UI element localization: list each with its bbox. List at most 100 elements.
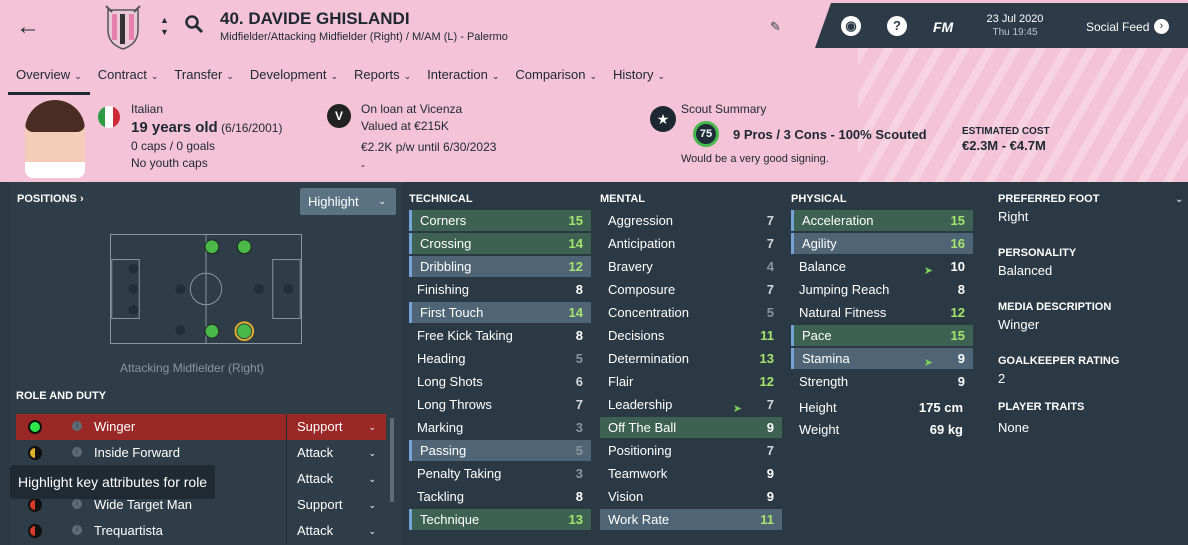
duty-dropdown[interactable]: Attack ⌄: [286, 466, 386, 492]
tab-contract[interactable]: Contract ⌄: [90, 64, 167, 95]
attribute-row[interactable]: Aggression 7: [600, 210, 782, 231]
duty-dropdown[interactable]: Attack ⌄: [286, 518, 386, 544]
attribute-row[interactable]: Crossing 14: [409, 233, 591, 254]
world-icon[interactable]: ◉: [841, 16, 861, 36]
wage: €2.2K p/w until 6/30/2023: [361, 140, 497, 154]
attribute-row[interactable]: Finishing 8: [409, 279, 591, 300]
tab-development[interactable]: Development ⌄: [242, 64, 346, 95]
time-text: Thu 19:45: [992, 27, 1038, 38]
weight-row: Weight 69 kg: [799, 422, 963, 437]
attribute-row[interactable]: Technique 13: [409, 509, 591, 530]
edit-pencil-icon[interactable]: ✎: [770, 19, 781, 35]
info-icon[interactable]: i: [72, 421, 82, 431]
mental-title: MENTAL: [600, 193, 646, 205]
player-nav-arrows-icon[interactable]: ▲ ▼: [160, 14, 169, 38]
attribute-row[interactable]: Positioning 7: [600, 440, 782, 461]
info-icon[interactable]: i: [72, 499, 82, 509]
scout-summary[interactable]: 9 Pros / 3 Cons - 100% Scouted: [733, 127, 927, 142]
tab-reports[interactable]: Reports ⌄: [346, 64, 419, 95]
estimated-cost: €2.3M - €4.7M: [962, 138, 1046, 153]
chevron-down-icon[interactable]: ⌄: [1175, 194, 1183, 205]
attribute-row[interactable]: Concentration 5: [600, 302, 782, 323]
attribute-row[interactable]: Pace 15: [791, 325, 973, 346]
attribute-row[interactable]: Work Rate 11: [600, 509, 782, 530]
preferred-foot: Right: [998, 209, 1029, 224]
duty-dropdown[interactable]: Support ⌄: [286, 492, 386, 518]
search-icon[interactable]: [184, 14, 204, 34]
player-role: Midfielder/Attacking Midfielder (Right) …: [220, 31, 508, 43]
attribute-row[interactable]: Stamina ➤ 9: [791, 348, 973, 369]
attribute-row[interactable]: Long Throws 7: [409, 394, 591, 415]
attribute-row[interactable]: Composure 7: [600, 279, 782, 300]
attribute-row[interactable]: Strength 9: [791, 371, 973, 392]
attribute-row[interactable]: Off The Ball 9: [600, 417, 782, 438]
attribute-row[interactable]: Agility 16: [791, 233, 973, 254]
duty-dropdown[interactable]: Attack ⌄: [286, 440, 386, 466]
role-duty-title: ROLE AND DUTY: [16, 390, 107, 402]
info-icon[interactable]: i: [72, 525, 82, 535]
attribute-row[interactable]: Flair 12: [600, 371, 782, 392]
scout-title: Scout Summary: [681, 102, 767, 116]
star-icon: ★: [650, 106, 676, 132]
player-traits: None: [998, 420, 1030, 435]
highlight-dropdown[interactable]: Highlight ⌄: [300, 188, 396, 215]
attribute-row[interactable]: First Touch 14: [409, 302, 591, 323]
attribute-row[interactable]: Heading 5: [409, 348, 591, 369]
attribute-row[interactable]: Jumping Reach 8: [791, 279, 973, 300]
tab-interaction[interactable]: Interaction ⌄: [419, 64, 507, 95]
attribute-row[interactable]: Decisions 11: [600, 325, 782, 346]
chevron-down-icon: ⌄: [368, 474, 376, 484]
roles-scrollbar[interactable]: [390, 418, 394, 502]
back-arrow-icon[interactable]: ←: [16, 14, 42, 40]
attribute-row[interactable]: Determination 13: [600, 348, 782, 369]
scout-rating[interactable]: 75: [693, 121, 719, 147]
attribute-row[interactable]: Corners 15: [409, 210, 591, 231]
role-row[interactable]: i Trequartista Attack ⌄: [16, 518, 386, 545]
player-avatar: [25, 100, 85, 178]
pitch-diagram: [110, 234, 302, 344]
attribute-row[interactable]: Penalty Taking 3: [409, 463, 591, 484]
social-feed-button[interactable]: Social Feed: [1086, 20, 1149, 34]
tab-comparison[interactable]: Comparison ⌄: [507, 64, 605, 95]
attribute-row[interactable]: Vision 9: [600, 486, 782, 507]
chevron-down-icon: ⌄: [330, 71, 339, 81]
attribute-row[interactable]: Balance ➤ 10: [791, 256, 973, 277]
fm-logo[interactable]: FM: [933, 19, 953, 35]
attribute-row[interactable]: Bravery 4: [600, 256, 782, 277]
positions-panel: POSITIONS › Highlight ⌄ Attacking Midfiel…: [10, 182, 402, 545]
role-row[interactable]: i Inside Forward Attack ⌄: [16, 440, 386, 466]
preferred-foot-label: PREFERRED FOOT: [998, 193, 1100, 205]
attribute-row[interactable]: Passing 5: [409, 440, 591, 461]
attribute-row[interactable]: Long Shots 6: [409, 371, 591, 392]
positions-title[interactable]: POSITIONS ›: [17, 193, 84, 205]
attribute-row[interactable]: Acceleration 15: [791, 210, 973, 231]
game-date[interactable]: 23 Jul 2020 Thu 19:45: [980, 13, 1050, 38]
attribute-row[interactable]: Tackling 8: [409, 486, 591, 507]
youth-caps: No youth caps: [131, 156, 208, 170]
attribute-row[interactable]: Marking 3: [409, 417, 591, 438]
chevron-down-icon: ⌄: [226, 71, 234, 81]
attribute-row[interactable]: Anticipation 7: [600, 233, 782, 254]
chevron-right-icon[interactable]: ›: [1154, 19, 1169, 34]
tab-history[interactable]: History ⌄: [605, 64, 673, 95]
club-crest-icon[interactable]: [104, 4, 142, 50]
contract-extra: -: [361, 158, 365, 172]
loan-status[interactable]: On loan at Vicenza: [361, 102, 462, 116]
chevron-down-icon: ⌄: [491, 71, 500, 81]
role-row[interactable]: i Winger Support ⌄: [16, 414, 386, 440]
attribute-row[interactable]: Free Kick Taking 8: [409, 325, 591, 346]
nationality[interactable]: Italian: [131, 102, 163, 116]
tab-transfer[interactable]: Transfer ⌄: [166, 64, 241, 95]
attribute-row[interactable]: Teamwork 9: [600, 463, 782, 484]
tab-overview[interactable]: Overview ⌄: [8, 64, 90, 95]
loan-club-icon[interactable]: V: [327, 104, 351, 128]
info-icon[interactable]: i: [72, 447, 82, 457]
duty-dropdown[interactable]: Support ⌄: [286, 414, 386, 440]
attribute-row[interactable]: Dribbling 12: [409, 256, 591, 277]
help-icon[interactable]: ?: [887, 16, 907, 36]
attribute-row[interactable]: Natural Fitness 12: [791, 302, 973, 323]
caps: 0 caps / 0 goals: [131, 139, 216, 153]
italy-flag-icon[interactable]: [98, 106, 120, 128]
scout-verdict: Would be a very good signing.: [681, 153, 829, 165]
attribute-row[interactable]: Leadership ➤ 7: [600, 394, 782, 415]
